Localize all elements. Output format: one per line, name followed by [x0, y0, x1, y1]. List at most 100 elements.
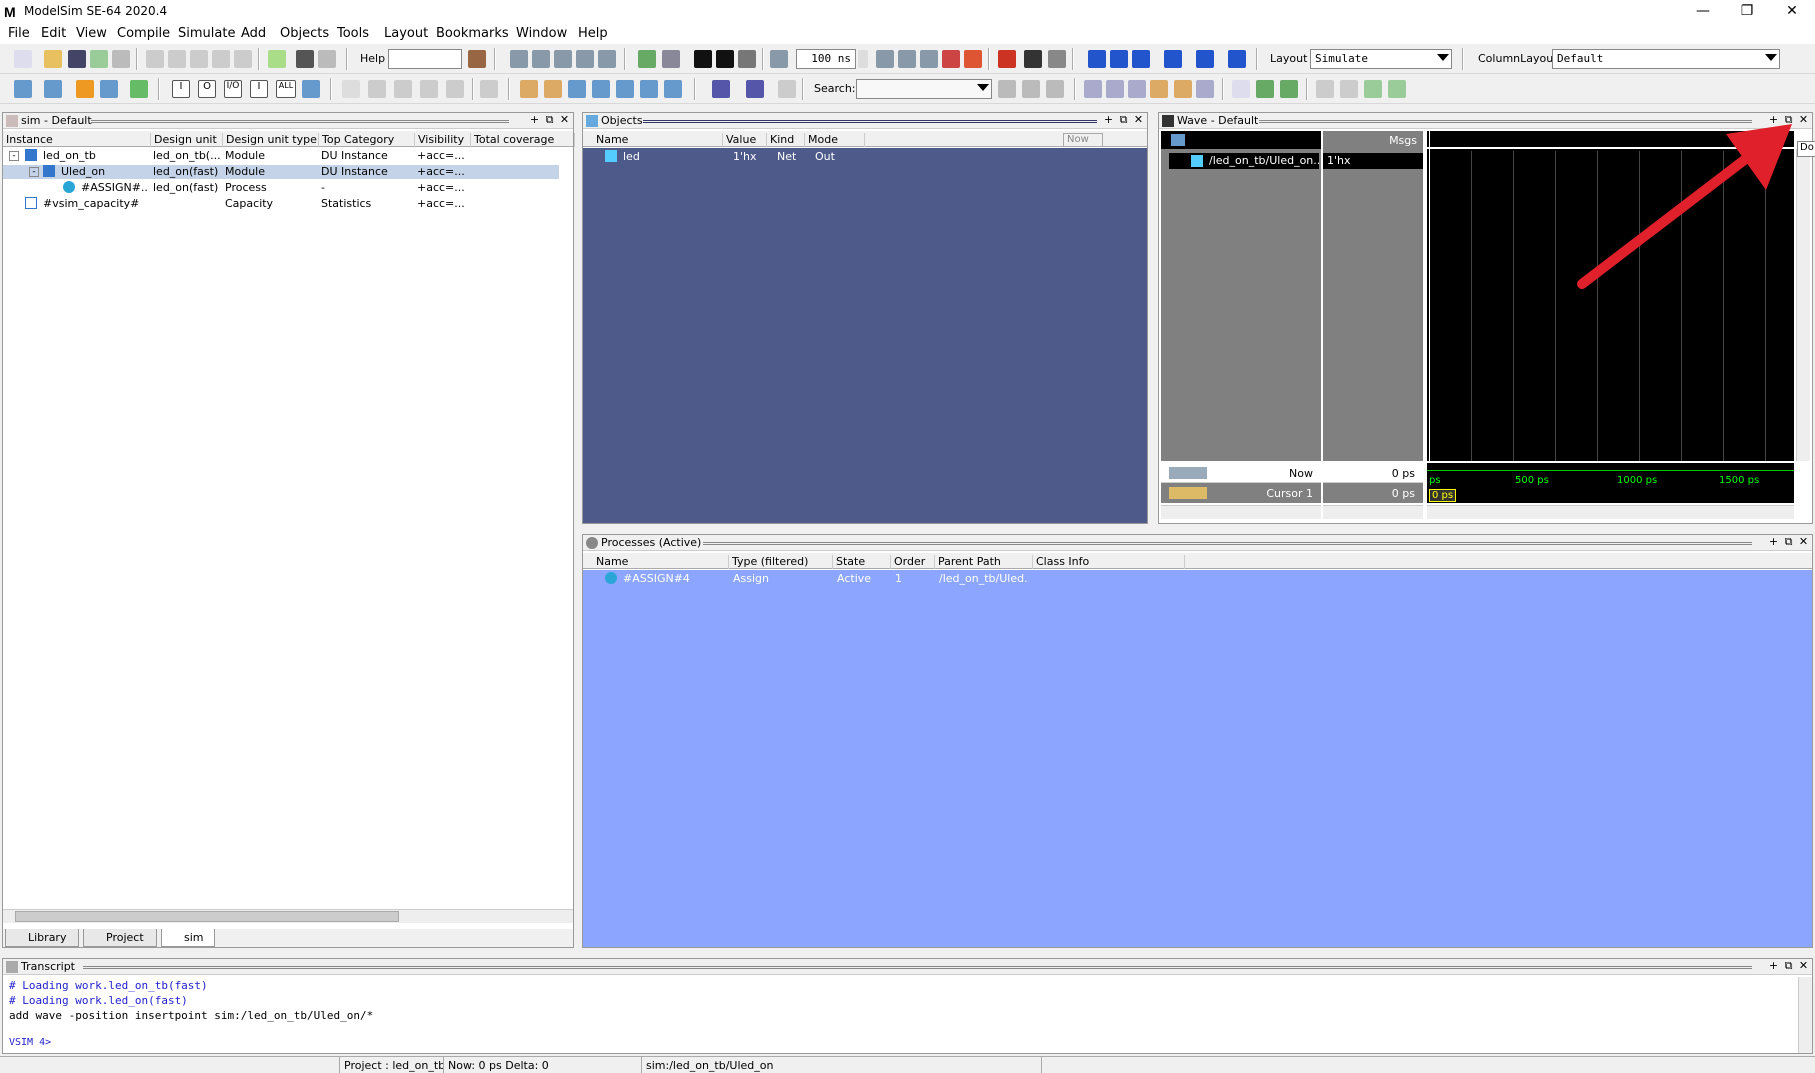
close-icon[interactable]: ✕	[558, 114, 571, 127]
wave-compress-icon[interactable]	[1232, 80, 1250, 98]
col-order[interactable]: Order	[891, 555, 935, 569]
wave-tool-icon[interactable]	[1171, 134, 1185, 146]
menu-compile[interactable]: Compile	[117, 26, 170, 41]
break-sim-icon[interactable]	[576, 50, 594, 68]
drag-handle[interactable]	[703, 542, 1752, 545]
wave-log-icon[interactable]	[100, 80, 118, 98]
zoom-last-icon[interactable]	[1196, 80, 1214, 98]
table-row[interactable]: - led_on_tb led_on_tb(... Module DU Inst…	[3, 149, 573, 163]
step-out-icon[interactable]	[1132, 50, 1150, 68]
filter-internal-button[interactable]: I	[250, 80, 268, 98]
run-all-icon[interactable]	[920, 50, 938, 68]
performance-icon[interactable]	[998, 50, 1016, 68]
col-visibility[interactable]: Visibility	[415, 133, 471, 147]
expander-toggle[interactable]: -	[9, 151, 19, 161]
dock-icon[interactable]: +	[528, 114, 541, 127]
find-icon[interactable]	[296, 50, 314, 68]
format-icon[interactable]	[318, 50, 336, 68]
close-icon[interactable]: ✕	[1132, 114, 1145, 127]
menu-help[interactable]: Help	[578, 26, 608, 41]
values-scrollbar[interactable]	[1323, 505, 1423, 519]
filter-settings-icon[interactable]	[302, 80, 320, 98]
zoom-cursor-icon[interactable]	[1150, 80, 1168, 98]
table-row[interactable]: #ASSIGN#... led_on(fast) Process - +acc=…	[3, 181, 573, 195]
drag-handle[interactable]	[83, 966, 1752, 969]
wave-horizontal-scrollbar[interactable]	[1427, 505, 1794, 519]
wave-highlight-icon[interactable]	[1280, 80, 1298, 98]
compile-all-icon[interactable]	[532, 50, 550, 68]
next-transition-icon[interactable]	[640, 80, 658, 98]
col-total-coverage[interactable]: Total coverage	[471, 133, 575, 147]
cut-icon[interactable]	[146, 50, 164, 68]
cursor-add-icon[interactable]	[520, 80, 538, 98]
undock-icon[interactable]: ⧉	[1117, 114, 1130, 127]
step-over-icon[interactable]	[1110, 50, 1128, 68]
col-name[interactable]: Name	[593, 133, 723, 147]
col-parent-path[interactable]: Parent Path	[935, 555, 1033, 569]
back-arrow-icon[interactable]	[716, 50, 734, 68]
wave-canvas[interactable]	[1427, 131, 1794, 461]
wave-edge-fall-icon[interactable]	[1388, 80, 1406, 98]
col-type[interactable]: Type (filtered)	[729, 555, 833, 569]
search-input[interactable]	[856, 79, 992, 99]
wave-literal-icon[interactable]	[1340, 80, 1358, 98]
tab-project[interactable]: Project	[83, 929, 157, 947]
wave-grid-icon[interactable]	[1316, 80, 1334, 98]
zoom-full-icon[interactable]	[1128, 80, 1146, 98]
help-search-icon[interactable]	[468, 50, 486, 68]
wave-timeline[interactable]: ps 500 ps 1000 ps 1500 ps 0 ps	[1427, 463, 1794, 503]
wave-dataflow-icon[interactable]	[76, 80, 94, 98]
memory-profile-icon[interactable]	[1024, 50, 1042, 68]
wave-save-icon[interactable]	[130, 80, 148, 98]
menu-bookmarks[interactable]: Bookmarks	[436, 26, 509, 41]
cursor-marker[interactable]: 0 ps	[1429, 489, 1457, 502]
expand-icon[interactable]	[712, 80, 730, 98]
table-row[interactable]: #vsim_capacity# Capacity Statistics +acc…	[3, 197, 573, 211]
dock-icon[interactable]: +	[1767, 536, 1780, 549]
paste-icon[interactable]	[190, 50, 208, 68]
col-kind[interactable]: Kind	[767, 133, 805, 147]
list-item[interactable]: #ASSIGN#4 Assign Active 1 /led_on_tb/Ule…	[583, 572, 1812, 586]
undock-icon[interactable]: ⧉	[1782, 114, 1795, 127]
cursor-remove-icon[interactable]	[544, 80, 562, 98]
zoom-range-icon[interactable]	[1174, 80, 1192, 98]
transcript-prompt[interactable]: VSIM 4>	[9, 1037, 51, 1048]
col-value[interactable]: Value	[723, 133, 767, 147]
menu-add[interactable]: Add	[241, 26, 266, 41]
break-run-icon[interactable]	[942, 50, 960, 68]
prev-transition-icon[interactable]	[616, 80, 634, 98]
close-icon[interactable]: ✕	[1797, 536, 1810, 549]
horizontal-scrollbar[interactable]	[3, 909, 573, 923]
close-icon[interactable]: ✕	[1797, 960, 1810, 973]
wave-add-icon[interactable]	[14, 80, 32, 98]
search-next-icon[interactable]	[1022, 80, 1040, 98]
wave-group-icon[interactable]	[44, 80, 62, 98]
pan-icon[interactable]	[394, 80, 412, 98]
hand-icon[interactable]	[1048, 50, 1066, 68]
close-window-button[interactable]: ✕	[1769, 0, 1815, 24]
select-pointer-icon[interactable]	[342, 80, 360, 98]
col-state[interactable]: State	[833, 555, 891, 569]
step-into-icon[interactable]	[778, 80, 796, 98]
step-over-down-icon[interactable]	[1196, 50, 1214, 68]
edit-mode-icon[interactable]	[420, 80, 438, 98]
drag-handle[interactable]	[91, 120, 509, 123]
bookmark-icon[interactable]	[480, 80, 498, 98]
collapse-icon[interactable]	[746, 80, 764, 98]
zoom-mode-icon[interactable]	[368, 80, 386, 98]
restart-icon[interactable]	[770, 50, 788, 68]
col-design-unit-type[interactable]: Design unit type	[223, 133, 319, 147]
memory-icon[interactable]	[662, 50, 680, 68]
drag-handle[interactable]	[1259, 120, 1752, 123]
col-design-unit[interactable]: Design unit	[151, 133, 223, 147]
menu-simulate[interactable]: Simulate	[178, 26, 235, 41]
dock-icon[interactable]: +	[1102, 114, 1115, 127]
restore-button[interactable]: ❐	[1724, 0, 1770, 24]
close-icon[interactable]: ✕	[1797, 114, 1810, 127]
now-tools-icon[interactable]	[1169, 467, 1207, 479]
first-edge-icon[interactable]	[664, 80, 682, 98]
print-icon[interactable]	[112, 50, 130, 68]
break-icon[interactable]	[268, 50, 286, 68]
wave-signal-name[interactable]: /led_on_tb/Uled_on...	[1169, 153, 1319, 169]
help-search-input[interactable]	[388, 49, 462, 69]
